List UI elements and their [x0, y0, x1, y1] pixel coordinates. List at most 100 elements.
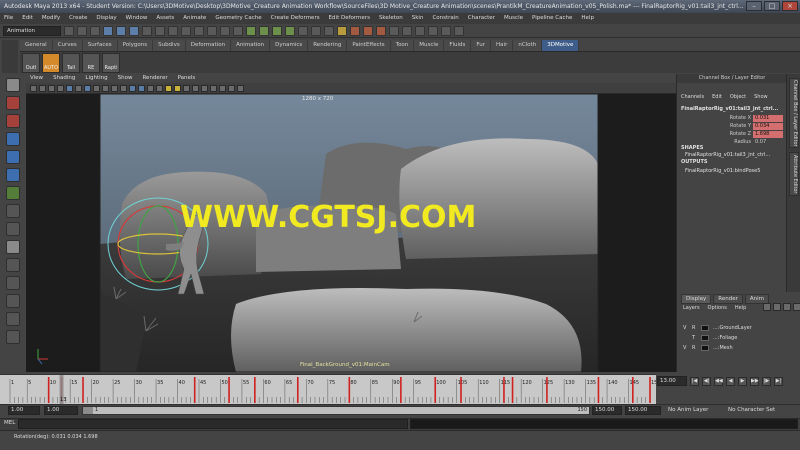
ambient-occlusion-icon[interactable]: [219, 84, 226, 92]
menu-skeleton[interactable]: Skeleton: [379, 13, 403, 24]
move-layer-down-icon[interactable]: [773, 303, 781, 311]
viewport-menu-renderer[interactable]: Renderer: [142, 74, 167, 83]
layer-display-type[interactable]: T: [692, 335, 697, 341]
maximize-icon[interactable]: □: [764, 1, 780, 11]
layer-visibility[interactable]: V: [683, 325, 688, 331]
menu-assets[interactable]: Assets: [156, 13, 174, 24]
attr-rotate-z[interactable]: Rotate Z 1.698: [677, 131, 783, 138]
shelf-tab-3dmotive[interactable]: 3DMotive: [542, 40, 580, 51]
step-back-key-icon[interactable]: ◀◀: [714, 377, 723, 386]
gate-mask-icon[interactable]: [93, 84, 100, 92]
go-to-end-icon[interactable]: ▶|: [774, 377, 783, 386]
tab-attribute-editor[interactable]: Attribute Editor: [789, 152, 799, 196]
play-forwards-icon[interactable]: ▶: [738, 377, 747, 386]
resolution-gate-icon[interactable]: [84, 84, 91, 92]
xray-joints-icon[interactable]: [201, 84, 208, 92]
snap-view-plane-icon[interactable]: [285, 25, 295, 36]
attr-rotate-x-value[interactable]: 0.031: [753, 115, 783, 122]
menu-window[interactable]: Window: [126, 13, 148, 24]
menu-file[interactable]: File: [4, 13, 13, 24]
layer-menu-options[interactable]: Options: [708, 305, 727, 311]
last-tool-icon[interactable]: [6, 240, 20, 254]
render-view-icon[interactable]: [350, 25, 360, 36]
animation-end-field[interactable]: 150.00: [625, 406, 661, 415]
menu-constrain[interactable]: Constrain: [432, 13, 458, 24]
shelf-tab-curves[interactable]: Curves: [52, 40, 83, 51]
anim-layer-dropdown[interactable]: No Anim Layer: [668, 406, 708, 415]
film-gate-icon[interactable]: [75, 84, 82, 92]
scale-tool-icon[interactable]: [6, 168, 20, 182]
range-slider-handle[interactable]: [83, 407, 93, 414]
textured-icon[interactable]: [156, 84, 163, 92]
all-lights-icon[interactable]: [174, 84, 181, 92]
image-plane-icon[interactable]: [57, 84, 64, 92]
mask-surfaces-icon[interactable]: [181, 25, 191, 36]
mask-misc-icon[interactable]: [233, 25, 243, 36]
render-frame-icon[interactable]: [363, 25, 373, 36]
shelf-tab-fluids[interactable]: Fluids: [444, 40, 472, 51]
select-hierarchy-icon[interactable]: [103, 25, 113, 36]
input-line-icon[interactable]: [415, 25, 425, 36]
output-ops-icon[interactable]: [324, 25, 334, 36]
command-input[interactable]: [18, 419, 408, 429]
attr-rotate-y-value[interactable]: 0.034: [753, 123, 783, 130]
step-forward-key-icon[interactable]: ▶▶: [750, 377, 759, 386]
isolate-select-icon[interactable]: [210, 84, 217, 92]
channel-box-menu-edit[interactable]: Edit: [712, 94, 722, 100]
shadows-icon[interactable]: [183, 84, 190, 92]
command-language-toggle[interactable]: MEL: [4, 420, 15, 426]
mask-rendering-icon[interactable]: [220, 25, 230, 36]
menu-modify[interactable]: Modify: [42, 13, 60, 24]
snap-curve-icon[interactable]: [259, 25, 269, 36]
shelf-button-auto[interactable]: AUTO: [42, 52, 60, 73]
playback-end-field[interactable]: 150.00: [592, 406, 622, 415]
lasso-tool-icon[interactable]: [6, 96, 20, 110]
time-slider[interactable]: 1 5 10 15 20 25 30 35 40 45 50 55 60 65 70 75 80 85 90 95 10…: [0, 374, 661, 405]
wireframe-on-shaded-icon[interactable]: [147, 84, 154, 92]
shelf-tab-painteffects[interactable]: PaintEffects: [347, 40, 391, 51]
camera-select-icon[interactable]: [30, 84, 37, 92]
anti-aliasing-icon[interactable]: [237, 84, 244, 92]
sidebar-toggle-channel-box-icon[interactable]: [454, 25, 464, 36]
shelf-tab-dynamics[interactable]: Dynamics: [270, 40, 309, 51]
layer-tab-render[interactable]: Render: [713, 294, 743, 304]
new-empty-layer-icon[interactable]: [783, 303, 791, 311]
save-scene-icon[interactable]: [90, 25, 100, 36]
layer-row[interactable]: T ...:Foliage: [683, 334, 795, 342]
shelf-tab-hair[interactable]: Hair: [491, 40, 514, 51]
menu-geometry-cache[interactable]: Geometry Cache: [215, 13, 261, 24]
current-frame-field[interactable]: 13.00: [657, 376, 687, 386]
character-set-dropdown[interactable]: No Character Set: [728, 406, 775, 415]
attr-rotate-z-value[interactable]: 1.698: [753, 131, 783, 138]
minimize-icon[interactable]: –: [746, 1, 762, 11]
shelf-menu[interactable]: [2, 40, 18, 73]
layer-display-type[interactable]: R: [692, 325, 697, 331]
tab-channel-box-layer-editor[interactable]: Channel Box / Layer Editor: [789, 78, 799, 148]
attr-radius-value[interactable]: 0.07: [753, 139, 783, 146]
shelf-button-re[interactable]: RE: [82, 52, 100, 73]
viewport-menu-panels[interactable]: Panels: [178, 74, 196, 83]
menu-character[interactable]: Character: [468, 13, 495, 24]
channel-box-menu-channels[interactable]: Channels: [681, 94, 704, 100]
menu-display[interactable]: Display: [96, 13, 116, 24]
safe-title-icon[interactable]: [120, 84, 127, 92]
motion-blur-icon[interactable]: [228, 84, 235, 92]
attr-rotate-x[interactable]: Rotate X 0.031: [677, 115, 783, 122]
shelf-tab-deformation[interactable]: Deformation: [185, 40, 232, 51]
layer-menu-help[interactable]: Help: [735, 305, 746, 311]
output-node-name[interactable]: FinalRaptorRig_v01:bindPose5: [685, 168, 760, 174]
channel-box-menu-show[interactable]: Show: [754, 94, 768, 100]
layout-persp-outliner-icon[interactable]: [6, 294, 20, 308]
range-slider[interactable]: 1 150: [82, 406, 590, 415]
menu-muscle[interactable]: Muscle: [504, 13, 523, 24]
new-scene-icon[interactable]: [64, 25, 74, 36]
step-back-frame-icon[interactable]: ◀|: [702, 377, 711, 386]
shelf-tab-polygons[interactable]: Polygons: [117, 40, 154, 51]
ipr-render-icon[interactable]: [376, 25, 386, 36]
menu-edit[interactable]: Edit: [22, 13, 33, 24]
mask-curves-icon[interactable]: [168, 25, 178, 36]
menu-create-deformers[interactable]: Create Deformers: [271, 13, 320, 24]
menu-create[interactable]: Create: [69, 13, 87, 24]
layout-hypershade-icon[interactable]: [6, 330, 20, 344]
shelf-button-rapti[interactable]: Rapti: [102, 52, 120, 73]
